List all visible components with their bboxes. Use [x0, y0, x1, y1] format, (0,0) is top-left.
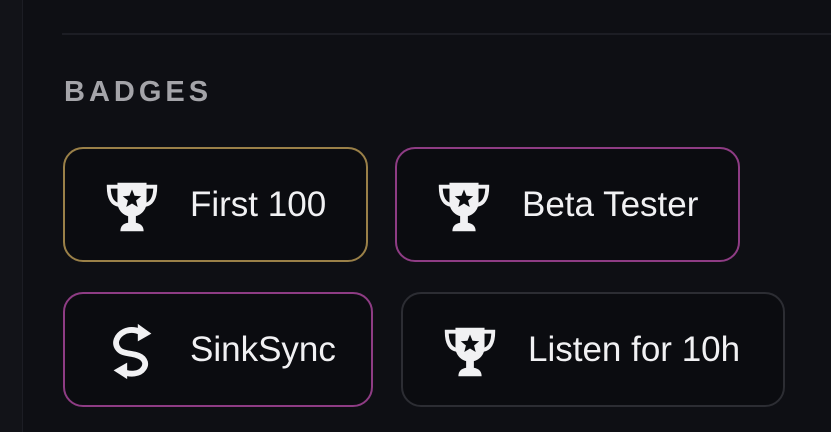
- badge-beta-tester[interactable]: Beta Tester: [395, 147, 740, 262]
- badge-label: SinkSync: [190, 330, 336, 369]
- badge-label: Listen for 10h: [528, 330, 741, 369]
- trophy-icon: [101, 175, 163, 237]
- trophy-icon: [433, 175, 495, 237]
- trophy-icon: [439, 320, 501, 382]
- badge-label: Beta Tester: [522, 185, 699, 224]
- sidebar-edge: [0, 0, 23, 432]
- badges-heading: BADGES: [64, 76, 213, 108]
- badge-first-100[interactable]: First 100: [63, 147, 368, 262]
- badge-label: First 100: [190, 185, 327, 224]
- badge-listen-for-10h[interactable]: Listen for 10h: [401, 292, 785, 407]
- sync-icon: [101, 320, 163, 382]
- section-divider: [62, 33, 831, 35]
- badge-sinksync[interactable]: SinkSync: [63, 292, 373, 407]
